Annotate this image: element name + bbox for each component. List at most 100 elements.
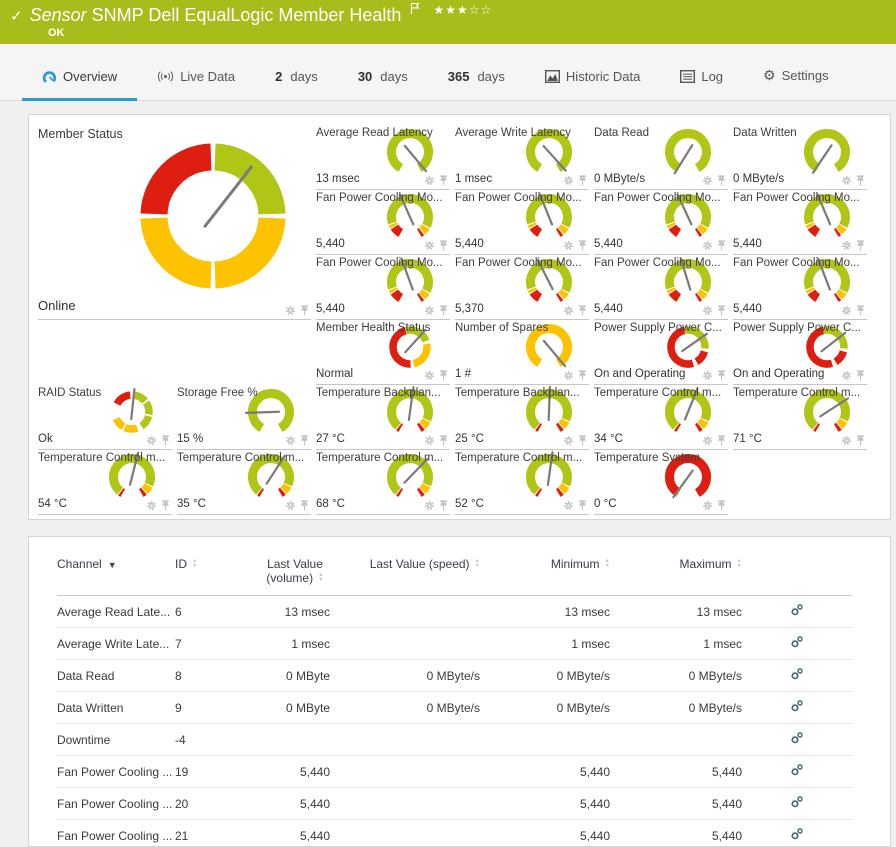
gauge-settings-gear-icon[interactable] xyxy=(146,435,157,446)
channel-settings-icon[interactable] xyxy=(790,731,804,745)
gauge-settings-gear-icon[interactable] xyxy=(285,500,296,511)
gauge-pin-icon[interactable] xyxy=(856,240,865,251)
gauge-cell-fan-power-cooling-mo[interactable]: Fan Power Cooling Mo...5,440 xyxy=(455,190,589,255)
gauge-settings-gear-icon[interactable] xyxy=(285,305,296,316)
gauge-settings-gear-icon[interactable] xyxy=(563,500,574,511)
column-header-minimum[interactable]: Minimum▲▼ xyxy=(480,555,610,596)
gauge-cell-fan-power-cooling-mo[interactable]: Fan Power Cooling Mo...5,440 xyxy=(733,190,867,255)
gauge-pin-icon[interactable] xyxy=(300,305,309,316)
gauge-pin-icon[interactable] xyxy=(439,370,448,381)
tab-settings[interactable]: ⚙ Settings xyxy=(743,67,849,101)
gauge-pin-icon[interactable] xyxy=(717,500,726,511)
gauge-settings-gear-icon[interactable] xyxy=(146,500,157,511)
gauge-cell-temperature-control-m[interactable]: Temperature Control m...34 °C xyxy=(594,385,728,450)
gauge-cell-temperature-backplan[interactable]: Temperature Backplan...25 °C xyxy=(455,385,589,450)
channel-name-cell[interactable]: Average Read Late... xyxy=(57,596,175,628)
channel-name-cell[interactable]: Average Write Late... xyxy=(57,628,175,660)
gauge-pin-icon[interactable] xyxy=(161,435,170,446)
channel-name-cell[interactable]: Data Written xyxy=(57,692,175,724)
tab-365-days[interactable]: 365 days xyxy=(428,69,525,101)
gauge-settings-gear-icon[interactable] xyxy=(702,175,713,186)
gauge-cell-power-supply-power-c[interactable]: Power Supply Power C...On and Operating xyxy=(733,320,867,385)
tab-historic-data[interactable]: Historic Data xyxy=(525,69,660,101)
tab-30-days[interactable]: 30 days xyxy=(338,69,428,101)
channel-name-cell[interactable]: Downtime xyxy=(57,724,175,756)
gauge-settings-gear-icon[interactable] xyxy=(841,305,852,316)
gauge-pin-icon[interactable] xyxy=(717,175,726,186)
gauge-settings-gear-icon[interactable] xyxy=(702,370,713,381)
column-header-maximum[interactable]: Maximum▲▼ xyxy=(610,555,742,596)
gauge-cell-fan-power-cooling-mo[interactable]: Fan Power Cooling Mo...5,440 xyxy=(733,255,867,320)
gauge-cell-power-supply-power-c[interactable]: Power Supply Power C...On and Operating xyxy=(594,320,728,385)
gauge-pin-icon[interactable] xyxy=(578,435,587,446)
gauge-cell-temperature-control-m[interactable]: Temperature Control m...68 °C xyxy=(316,450,450,515)
gauge-cell-member-status[interactable]: Member StatusOnline xyxy=(38,125,311,320)
gauge-settings-gear-icon[interactable] xyxy=(563,435,574,446)
gauge-cell-raid-status[interactable]: RAID StatusOk xyxy=(38,385,172,450)
gauge-settings-gear-icon[interactable] xyxy=(841,370,852,381)
gauge-cell-fan-power-cooling-mo[interactable]: Fan Power Cooling Mo...5,440 xyxy=(316,190,450,255)
column-header-id[interactable]: ID▲▼ xyxy=(175,555,260,596)
gauge-cell-data-read[interactable]: Data Read0 MByte/s xyxy=(594,125,728,190)
gauge-pin-icon[interactable] xyxy=(439,175,448,186)
gauge-pin-icon[interactable] xyxy=(717,370,726,381)
gauge-pin-icon[interactable] xyxy=(439,500,448,511)
tab-log[interactable]: Log xyxy=(660,69,743,101)
column-header-channel[interactable]: Channel▼ xyxy=(57,555,175,596)
gauge-pin-icon[interactable] xyxy=(856,305,865,316)
column-header-last-value-speed[interactable]: Last Value (speed)▲▼ xyxy=(330,555,480,596)
gauge-cell-fan-power-cooling-mo[interactable]: Fan Power Cooling Mo...5,440 xyxy=(594,255,728,320)
gauge-pin-icon[interactable] xyxy=(439,435,448,446)
gauge-cell-fan-power-cooling-mo[interactable]: Fan Power Cooling Mo...5,440 xyxy=(594,190,728,255)
gauge-settings-gear-icon[interactable] xyxy=(841,240,852,251)
gauge-pin-icon[interactable] xyxy=(717,305,726,316)
gauge-settings-gear-icon[interactable] xyxy=(424,500,435,511)
gauge-pin-icon[interactable] xyxy=(856,370,865,381)
column-header-last-value-volume[interactable]: Last Value (volume)▲▼ xyxy=(260,555,330,596)
gauge-cell-storage-free[interactable]: Storage Free %15 % xyxy=(177,385,311,450)
gauge-cell-temperature-control-m[interactable]: Temperature Control m...35 °C xyxy=(177,450,311,515)
gauge-pin-icon[interactable] xyxy=(578,175,587,186)
gauge-pin-icon[interactable] xyxy=(856,435,865,446)
gauge-settings-gear-icon[interactable] xyxy=(702,240,713,251)
gauge-settings-gear-icon[interactable] xyxy=(563,175,574,186)
gauge-cell-fan-power-cooling-mo[interactable]: Fan Power Cooling Mo...5,370 xyxy=(455,255,589,320)
gauge-pin-icon[interactable] xyxy=(856,175,865,186)
gauge-cell-temperature-system[interactable]: Temperature System0 °C xyxy=(594,450,728,515)
priority-stars[interactable]: ★★★☆☆ xyxy=(433,3,492,17)
gauge-settings-gear-icon[interactable] xyxy=(563,370,574,381)
channel-settings-icon[interactable] xyxy=(790,699,804,713)
tab-live-data[interactable]: Live Data xyxy=(137,69,255,101)
gauge-cell-average-write-latency[interactable]: Average Write Latency1 msec xyxy=(455,125,589,190)
gauge-cell-average-read-latency[interactable]: Average Read Latency13 msec xyxy=(316,125,450,190)
gauge-settings-gear-icon[interactable] xyxy=(702,435,713,446)
gauge-settings-gear-icon[interactable] xyxy=(563,305,574,316)
gauge-pin-icon[interactable] xyxy=(717,435,726,446)
gauge-settings-gear-icon[interactable] xyxy=(841,435,852,446)
gauge-cell-number-of-spares[interactable]: Number of Spares1 # xyxy=(455,320,589,385)
gauge-pin-icon[interactable] xyxy=(439,240,448,251)
gauge-settings-gear-icon[interactable] xyxy=(424,370,435,381)
gauge-pin-icon[interactable] xyxy=(578,240,587,251)
gauge-pin-icon[interactable] xyxy=(300,435,309,446)
gauge-pin-icon[interactable] xyxy=(717,240,726,251)
channel-name-cell[interactable]: Fan Power Cooling ... xyxy=(57,788,175,820)
channel-settings-icon[interactable] xyxy=(790,827,804,841)
flag-icon[interactable] xyxy=(410,0,420,20)
tab-2-days[interactable]: 2 days xyxy=(255,69,338,101)
gauge-settings-gear-icon[interactable] xyxy=(702,305,713,316)
gauge-cell-temperature-control-m[interactable]: Temperature Control m...54 °C xyxy=(38,450,172,515)
gauge-settings-gear-icon[interactable] xyxy=(424,240,435,251)
channel-name-cell[interactable]: Data Read xyxy=(57,660,175,692)
gauge-cell-fan-power-cooling-mo[interactable]: Fan Power Cooling Mo...5,440 xyxy=(316,255,450,320)
gauge-pin-icon[interactable] xyxy=(161,500,170,511)
gauge-settings-gear-icon[interactable] xyxy=(841,175,852,186)
gauge-pin-icon[interactable] xyxy=(578,500,587,511)
gauge-pin-icon[interactable] xyxy=(439,305,448,316)
gauge-settings-gear-icon[interactable] xyxy=(424,435,435,446)
channel-settings-icon[interactable] xyxy=(790,795,804,809)
channel-name-cell[interactable]: Fan Power Cooling ... xyxy=(57,820,175,847)
gauge-cell-temperature-backplan[interactable]: Temperature Backplan...27 °C xyxy=(316,385,450,450)
gauge-cell-member-health-status[interactable]: Member Health StatusNormal xyxy=(316,320,450,385)
gauge-settings-gear-icon[interactable] xyxy=(424,305,435,316)
